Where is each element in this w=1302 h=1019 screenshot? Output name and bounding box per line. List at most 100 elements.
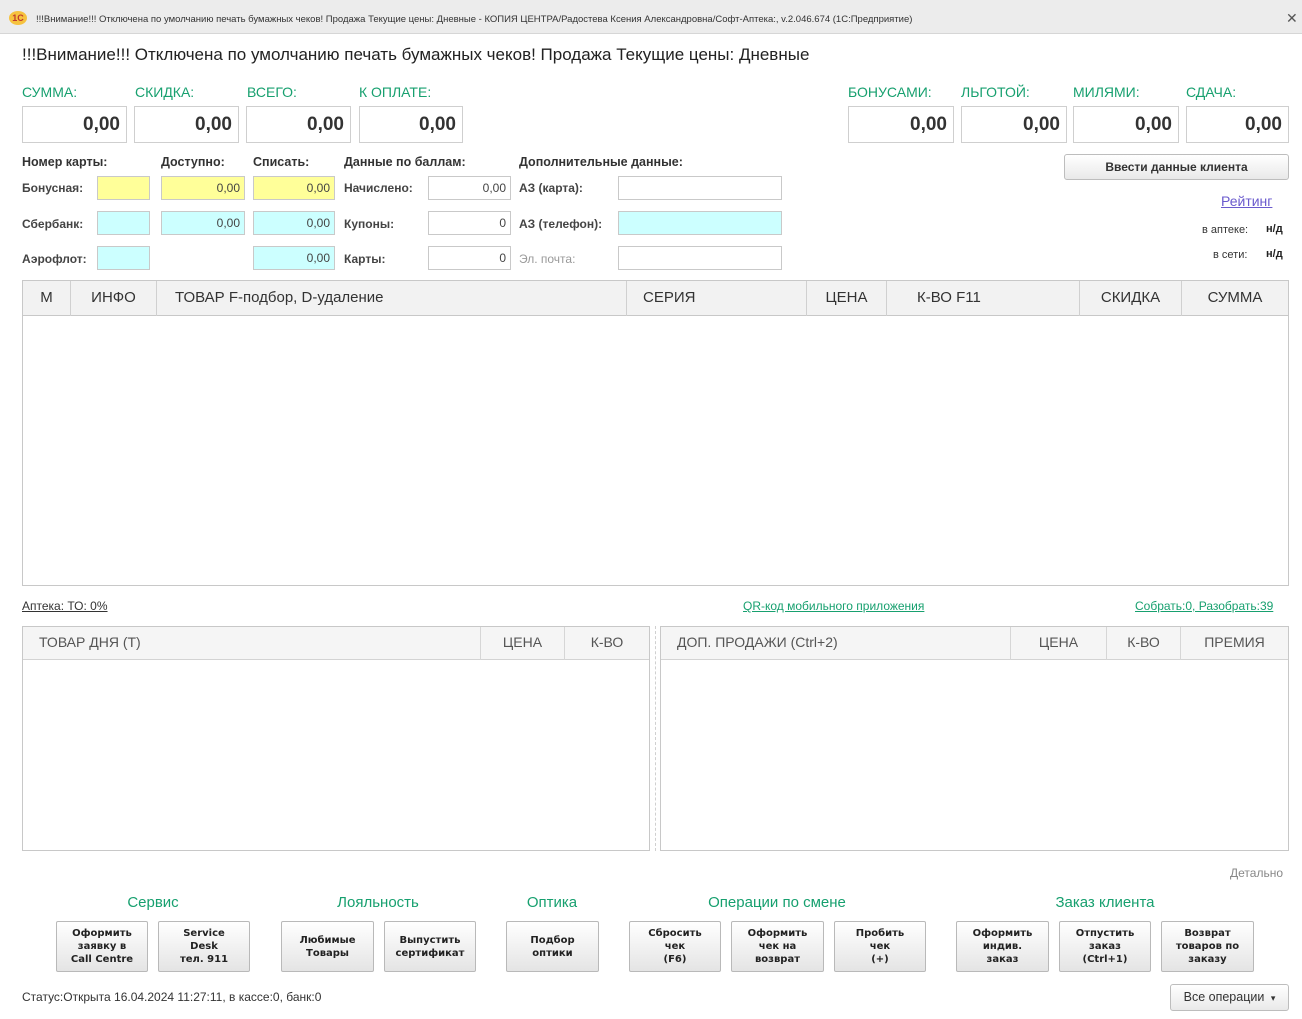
coupons-label: Купоны: [344,217,395,231]
az-card-label: АЗ (карта): [519,181,583,195]
col-info[interactable]: ИНФО [71,281,157,316]
product-of-day-header: ТОВАР ДНЯ (Т) ЦЕНА К-ВО [23,627,649,660]
window-title: !!!Внимание!!! Отключена по умолчанию пе… [36,14,913,25]
collect-link[interactable]: Собрать:0, Разобрать:39 [1135,599,1273,613]
col-extra-product[interactable]: ДОП. ПРОДАЖИ (Ctrl+2) [661,627,1011,660]
milyami-label: МИЛЯМИ: [1073,84,1140,100]
coupons-value: 0 [428,211,511,235]
extra-data-header: Дополнительные данные: [519,155,683,169]
extra-sales-table[interactable]: ДОП. ПРОДАЖИ (Ctrl+2) ЦЕНА К-ВО ПРЕМИЯ [660,626,1289,851]
vsego-value: 0,00 [246,106,351,143]
sber-writeoff-input[interactable]: 0,00 [253,211,335,235]
col-qty[interactable]: К-ВО F11 [887,281,1080,316]
extra-sales-header: ДОП. ПРОДАЖИ (Ctrl+2) ЦЕНА К-ВО ПРЕМИЯ [661,627,1288,660]
card-number-header: Номер карты: [22,155,108,169]
main-goods-table[interactable]: М ИНФО ТОВАР F-подбор, D-удаление СЕРИЯ … [22,280,1289,586]
sdacha-label: СДАЧА: [1186,84,1237,100]
bonusami-label: БОНУСАМИ: [848,84,932,100]
app-logo-icon: 1С [9,11,27,25]
close-icon[interactable]: ✕ [1286,11,1298,25]
k-oplate-value: 0,00 [359,106,463,143]
available-header: Доступно: [161,155,225,169]
accrued-value: 0,00 [428,176,511,200]
col-m[interactable]: М [23,281,71,316]
optics-select-button[interactable]: Подбор оптики [506,921,599,972]
individual-order-button[interactable]: Оформить индив. заказ [956,921,1049,972]
bonus-card-label: Бонусная: [22,181,84,195]
col-series[interactable]: СЕРИЯ [627,281,807,316]
col-goods[interactable]: ТОВАР F-подбор, D-удаление [157,281,627,316]
col-discount[interactable]: СКИДКА [1080,281,1182,316]
col-day-price[interactable]: ЦЕНА [481,627,565,660]
service-group-title: Сервис [127,894,179,911]
col-sum[interactable]: СУММА [1182,281,1288,316]
product-of-day-table[interactable]: ТОВАР ДНЯ (Т) ЦЕНА К-ВО [22,626,650,851]
lgotoy-label: ЛЬГОТОЙ: [961,84,1030,100]
sber-card-label: Сбербанк: [22,217,84,231]
detail-link[interactable]: Детально [1230,866,1283,880]
pharmacy-to-link[interactable]: Аптека: ТО: 0% [22,599,108,613]
reset-check-button[interactable]: Сбросить чек (F6) [629,921,721,972]
chevron-down-icon: ▾ [1270,993,1276,1003]
aeroflot-writeoff-input[interactable]: 0,00 [253,246,335,270]
col-day-qty[interactable]: К-ВО [565,627,649,660]
page-title: !!!Внимание!!! Отключена по умолчанию пе… [22,45,810,64]
col-day-product[interactable]: ТОВАР ДНЯ (Т) [23,627,481,660]
favorite-goods-button[interactable]: Любимые Товары [281,921,374,972]
points-header: Данные по баллам: [344,155,466,169]
cards-count-label: Карты: [344,252,386,266]
sdacha-value: 0,00 [1186,106,1289,143]
main-table-header: М ИНФО ТОВАР F-подбор, D-удаление СЕРИЯ … [23,281,1288,316]
service-desk-button[interactable]: Service Desk тел. 911 [158,921,250,972]
col-price[interactable]: ЦЕНА [807,281,887,316]
all-operations-label: Все операции [1183,990,1265,1004]
summa-value: 0,00 [22,106,127,143]
summa-label: СУММА: [22,84,78,100]
qr-code-link[interactable]: QR-код мобильного приложения [743,599,924,613]
sber-card-number-input[interactable] [97,211,150,235]
shift-operations-group-title: Операции по смене [708,894,846,911]
aeroflot-card-number-input[interactable] [97,246,150,270]
client-order-group-title: Заказ клиента [1055,894,1155,911]
cards-count-value: 0 [428,246,511,270]
in-pharmacy-label: в аптеке: [1202,224,1249,236]
status-text: Статус:Открыта 16.04.2024 11:27:11, в ка… [22,990,322,1004]
bonus-card-number-input[interactable] [97,176,150,200]
col-extra-bonus[interactable]: ПРЕМИЯ [1181,627,1288,660]
email-input[interactable] [618,246,782,270]
loyalty-group-title: Лояльность [337,894,419,911]
in-network-value: н/д [1266,248,1283,260]
email-label: Эл. почта: [519,252,576,266]
skidka-label: СКИДКА: [135,84,195,100]
tables-splitter[interactable] [655,626,656,851]
skidka-value: 0,00 [134,106,239,143]
enter-client-data-button[interactable]: Ввести данные клиента [1064,154,1289,180]
col-extra-price[interactable]: ЦЕНА [1011,627,1107,660]
milyami-value: 0,00 [1073,106,1179,143]
writeoff-header: Списать: [253,155,310,169]
release-order-button[interactable]: Отпустить заказ (Ctrl+1) [1059,921,1151,972]
call-centre-button[interactable]: Оформить заявку в Call Centre [56,921,148,972]
in-network-label: в сети: [1213,249,1248,261]
vsego-label: ВСЕГО: [247,84,297,100]
return-check-button[interactable]: Оформить чек на возврат [731,921,824,972]
rating-link[interactable]: Рейтинг [1221,193,1272,209]
issue-certificate-button[interactable]: Выпустить сертификат [384,921,476,972]
aeroflot-card-label: Аэрофлот: [22,252,87,266]
az-card-input[interactable] [618,176,782,200]
return-goods-button[interactable]: Возврат товаров по заказу [1161,921,1254,972]
col-extra-qty[interactable]: К-ВО [1107,627,1181,660]
lgotoy-value: 0,00 [961,106,1067,143]
az-phone-label: АЗ (телефон): [519,217,603,231]
bonus-writeoff-input[interactable]: 0,00 [253,176,335,200]
in-pharmacy-value: н/д [1266,223,1283,235]
bonusami-value: 0,00 [848,106,954,143]
all-operations-button[interactable]: Все операции ▾ [1170,984,1289,1011]
punch-check-button[interactable]: Пробить чек (+) [834,921,926,972]
accrued-label: Начислено: [344,181,413,195]
k-oplate-label: К ОПЛАТЕ: [359,84,432,100]
optics-group-title: Оптика [526,894,578,911]
bonus-available-field: 0,00 [161,176,245,200]
sber-available-field: 0,00 [161,211,245,235]
az-phone-input[interactable] [618,211,782,235]
